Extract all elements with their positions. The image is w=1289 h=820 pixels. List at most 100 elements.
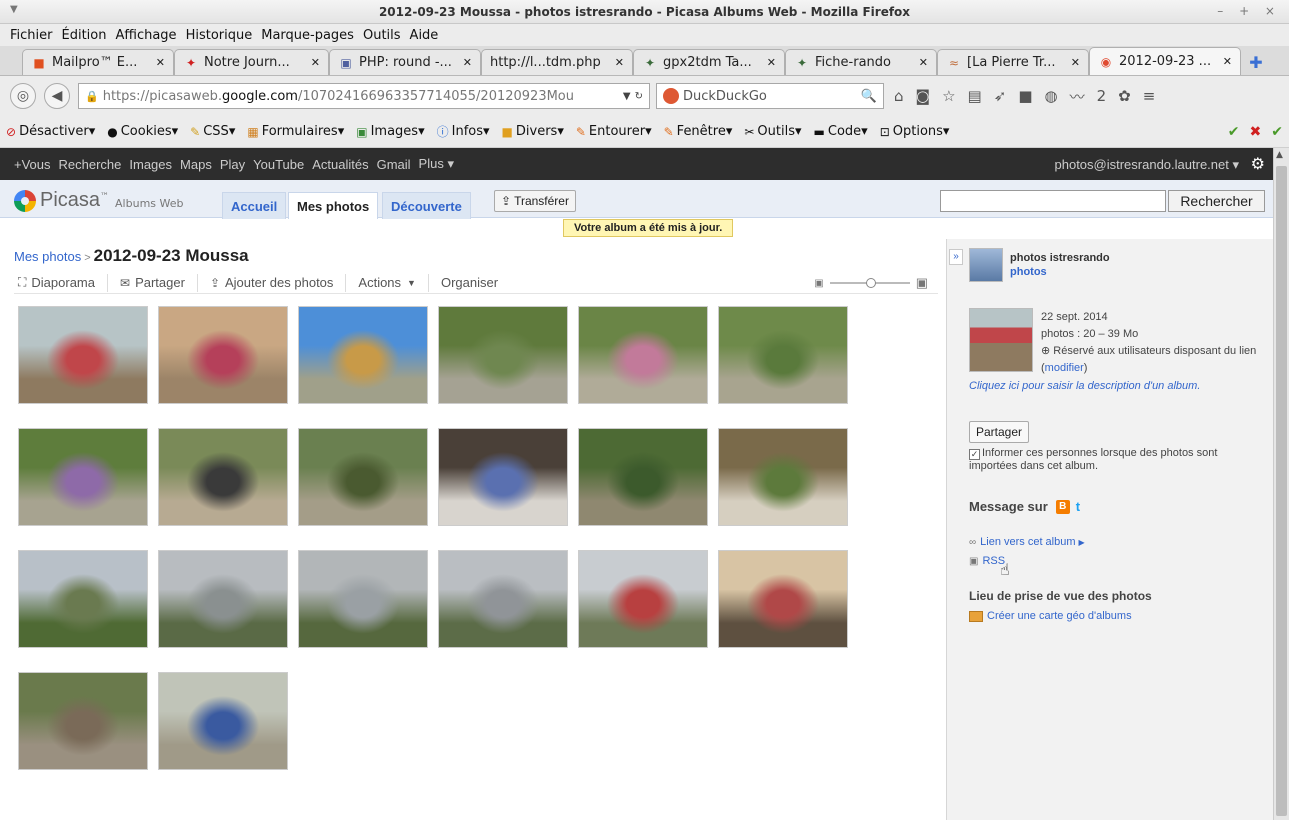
webdev-cookies[interactable]: ● Cookies ▾: [107, 124, 178, 139]
photo-thumbnail[interactable]: [438, 550, 568, 648]
search-button[interactable]: Rechercher: [1168, 190, 1265, 212]
gbar-link-youtube[interactable]: YouTube: [253, 157, 304, 172]
webdev-infos[interactable]: ⓘ Infos ▾: [437, 123, 490, 140]
gbar-link-gmail[interactable]: Gmail: [377, 157, 411, 172]
tab-mes-photos[interactable]: Mes photos: [288, 192, 379, 219]
avatar[interactable]: [969, 248, 1003, 282]
close-icon[interactable]: ✕: [1071, 56, 1080, 69]
web-search-bar[interactable]: DuckDuckGo 🔍: [656, 83, 884, 109]
window-menu-icon[interactable]: ▼: [10, 4, 18, 15]
photo-thumbnail[interactable]: [158, 672, 288, 770]
check-icon[interactable]: ✔: [1228, 124, 1240, 140]
gbar-link-plus-vous[interactable]: +Vous: [14, 157, 51, 172]
twitter-icon[interactable]: t: [1076, 499, 1080, 514]
url-text[interactable]: https://picasaweb.google.com/10702416696…: [103, 89, 619, 104]
menu-outils[interactable]: Outils: [363, 28, 401, 43]
valid-icon[interactable]: ✔: [1271, 124, 1283, 140]
thumbnail-size-slider[interactable]: ▣ ▣: [814, 275, 928, 291]
photo-thumbnail[interactable]: [18, 428, 148, 526]
photo-thumbnail[interactable]: [438, 428, 568, 526]
breadcrumb-mes-photos[interactable]: Mes photos: [14, 249, 81, 264]
webdev-divers[interactable]: ■ Divers ▾: [502, 124, 564, 139]
webdev-desactiver[interactable]: ⊘ Désactiver ▾: [6, 124, 95, 139]
sidebar-share-button[interactable]: Partager: [969, 421, 1029, 443]
search-icon[interactable]: 🔍: [861, 89, 877, 104]
webdev-css[interactable]: ✎ CSS ▾: [190, 124, 235, 139]
photo-thumbnail[interactable]: [18, 306, 148, 404]
hamburger-menu-icon[interactable]: ≡: [1143, 87, 1156, 105]
tab-accueil[interactable]: Accueil: [222, 192, 287, 219]
photo-thumbnail[interactable]: [158, 428, 288, 526]
organize-button[interactable]: Organiser: [427, 273, 510, 292]
identity-icon[interactable]: ◎: [10, 83, 36, 109]
menu-historique[interactable]: Historique: [186, 28, 253, 43]
notify-checkbox[interactable]: ✓: [969, 449, 980, 460]
window-controls[interactable]: – + ×: [1217, 4, 1281, 18]
tab-mailpro[interactable]: ■ Mailpro™ E... ✕: [22, 49, 174, 75]
gbar-link-play[interactable]: Play: [220, 157, 245, 172]
photo-thumbnail[interactable]: [18, 672, 148, 770]
new-tab-icon[interactable]: ✚: [1241, 49, 1271, 75]
home-icon[interactable]: ⌂: [894, 87, 904, 105]
stats-icon[interactable]: 〰: [1070, 86, 1085, 107]
tab-fiche-rando[interactable]: ✦ Fiche-rando ✕: [785, 49, 937, 75]
screenshot-icon[interactable]: ◙: [916, 87, 931, 105]
extension-icon[interactable]: ➶: [994, 87, 1007, 105]
webdev-images[interactable]: ▣ Images ▾: [356, 124, 424, 139]
slideshow-button[interactable]: ⛶ Diaporama: [14, 274, 107, 292]
picasa-logo[interactable]: Picasa ™ Albums Web: [14, 189, 184, 212]
gbar-link-recherche[interactable]: Recherche: [59, 157, 122, 172]
scroll-up-icon[interactable]: ▲: [1276, 150, 1286, 160]
gbar-link-maps[interactable]: Maps: [180, 157, 212, 172]
close-icon[interactable]: ✕: [1223, 55, 1232, 68]
slider-handle[interactable]: [865, 278, 876, 288]
photo-thumbnail[interactable]: [438, 306, 568, 404]
create-map-link[interactable]: Créer une carte géo d'albums: [969, 610, 1132, 622]
gear-icon[interactable]: ⚙: [1251, 154, 1265, 173]
photo-thumbnail[interactable]: [718, 550, 848, 648]
photo-thumbnail[interactable]: [578, 428, 708, 526]
webdev-outils[interactable]: ✂ Outils ▾: [744, 124, 801, 139]
collapse-sidebar-icon[interactable]: »: [949, 249, 963, 265]
webdev-options[interactable]: ⊡ Options ▾: [880, 124, 950, 139]
photo-thumbnail[interactable]: [18, 550, 148, 648]
close-icon[interactable]: ✕: [767, 56, 776, 69]
page-scrollbar[interactable]: ▲: [1273, 148, 1289, 820]
upload-button[interactable]: ⇪ Transférer: [494, 190, 576, 212]
photo-thumbnail[interactable]: [718, 428, 848, 526]
webdev-code[interactable]: ▬ Code ▾: [814, 124, 868, 139]
webdev-fenetre[interactable]: ✎ Fenêtre ▾: [664, 124, 733, 139]
photo-thumbnail[interactable]: [578, 306, 708, 404]
globe-icon[interactable]: ◍: [1045, 87, 1058, 105]
url-bar[interactable]: 🔒 https://picasaweb.google.com/107024166…: [78, 83, 650, 109]
error-icon[interactable]: ✖: [1250, 124, 1262, 140]
bookmark-star-icon[interactable]: ☆: [942, 87, 955, 105]
photo-thumbnail[interactable]: [158, 306, 288, 404]
photo-thumbnail[interactable]: [298, 550, 428, 648]
close-icon[interactable]: ✕: [463, 56, 472, 69]
reload-icon[interactable]: ↻: [635, 91, 643, 102]
close-icon[interactable]: ✕: [919, 56, 928, 69]
pocket-icon[interactable]: ■: [1018, 87, 1032, 105]
account-menu[interactable]: photos@istresrando.lautre.net ▾: [1055, 157, 1240, 173]
gbar-link-actualites[interactable]: Actualités: [312, 157, 368, 172]
tab-tdm-php[interactable]: http://l...tdm.php ✕: [481, 49, 633, 75]
tab-php-round[interactable]: ▣ PHP: round -... ✕: [329, 49, 481, 75]
tab-decouverte[interactable]: Découverte: [382, 192, 471, 219]
photo-thumbnail[interactable]: [578, 550, 708, 648]
webdev-formulaires[interactable]: ▦ Formulaires ▾: [247, 124, 344, 139]
album-description-link[interactable]: Cliquez ici pour saisir la description d…: [969, 380, 1200, 392]
slider-track[interactable]: [829, 278, 910, 288]
photo-thumbnail[interactable]: [158, 550, 288, 648]
blogger-icon[interactable]: B: [1055, 499, 1070, 514]
modify-access-link[interactable]: modifier: [1045, 362, 1084, 374]
tab-picasa-album[interactable]: ◉ 2012-09-23 ... ✕: [1089, 47, 1241, 75]
photo-thumbnail[interactable]: [298, 306, 428, 404]
gbar-link-images[interactable]: Images: [129, 157, 172, 172]
chevron-down-icon[interactable]: ▼: [623, 91, 631, 102]
notify-checkbox-row[interactable]: ✓ Informer ces personnes lorsque des phot…: [969, 447, 1239, 473]
menu-marque-pages[interactable]: Marque-pages: [261, 28, 354, 43]
close-icon[interactable]: ✕: [156, 56, 165, 69]
photo-thumbnail[interactable]: [298, 428, 428, 526]
photo-thumbnail[interactable]: [718, 306, 848, 404]
